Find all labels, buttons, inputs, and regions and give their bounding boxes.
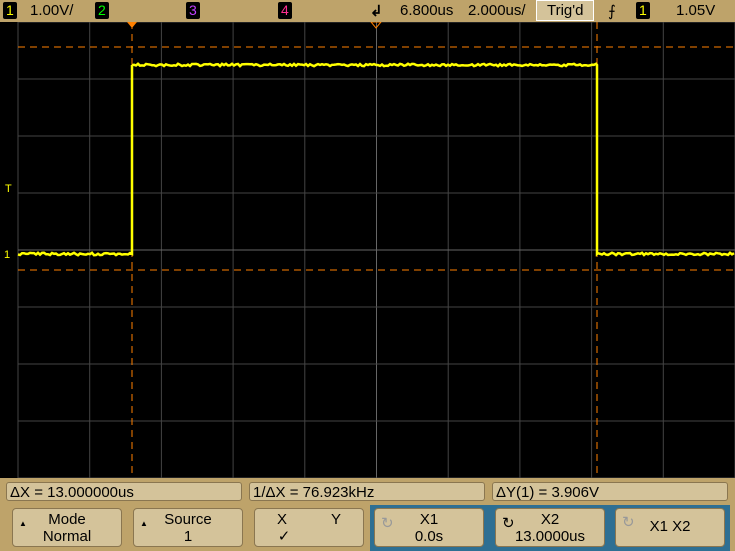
status-bar: 1 1.00V/ 2 3 4 ↲ 6.800us 2.000us/ Trig'd… <box>0 0 735 22</box>
ch2-button[interactable]: 2 <box>95 2 109 19</box>
x-label: X <box>277 511 287 528</box>
delta-x-readout: ΔX = 13.000000us <box>6 482 242 501</box>
time-scale: 2.000us/ <box>468 2 526 19</box>
ch1-ground-marker: 1 <box>4 249 10 261</box>
graticule <box>18 22 735 478</box>
delta-y-readout: ΔY(1) = 3.906V <box>492 482 728 501</box>
trigger-position-marker <box>127 22 137 28</box>
x1-softkey[interactable]: ↻ X1 0.0s <box>374 508 484 547</box>
time-delay: 6.800us <box>400 2 453 19</box>
value: 1 <box>134 528 242 545</box>
ch3-button[interactable]: 3 <box>186 2 200 19</box>
trigger-delay-icon: ↲ <box>370 2 383 20</box>
waveform-display: T 1 <box>0 22 735 478</box>
label: Mode <box>13 511 121 528</box>
value: Normal <box>13 528 121 545</box>
source-softkey[interactable]: ▲ Source 1 <box>133 508 243 547</box>
trigger-status: Trig'd <box>536 0 594 21</box>
rotate-knob-icon: ↻ <box>502 515 515 532</box>
trigger-level: 1.05V <box>676 2 715 19</box>
label: Source <box>134 511 242 528</box>
trigger-source: 1 <box>636 2 650 19</box>
label: X1 X2 <box>650 518 691 535</box>
xy-softkey[interactable]: X Y ✓ <box>254 508 364 547</box>
checkmark-icon: ✓ <box>255 528 313 545</box>
rising-edge-icon: ⨍ <box>608 2 616 20</box>
x2-softkey[interactable]: ↻ X2 13.0000us <box>495 508 605 547</box>
inv-delta-x-readout: 1/ΔX = 76.923kHz <box>249 482 485 501</box>
trigger-level-marker: T <box>5 183 12 195</box>
ch1-scale: 1.00V/ <box>30 2 73 19</box>
ch1-button[interactable]: 1 <box>3 2 17 19</box>
mode-softkey[interactable]: ▲ Mode Normal <box>12 508 122 547</box>
x1x2-softkey[interactable]: ↻ X1 X2 <box>615 508 725 547</box>
softkey-panel: ΔX = 13.000000us 1/ΔX = 76.923kHz ΔY(1) … <box>0 478 735 551</box>
rotate-knob-icon: ↻ <box>622 515 635 530</box>
ch4-button[interactable]: 4 <box>278 2 292 19</box>
y-label: Y <box>331 511 341 528</box>
rotate-knob-icon: ↻ <box>381 515 394 532</box>
